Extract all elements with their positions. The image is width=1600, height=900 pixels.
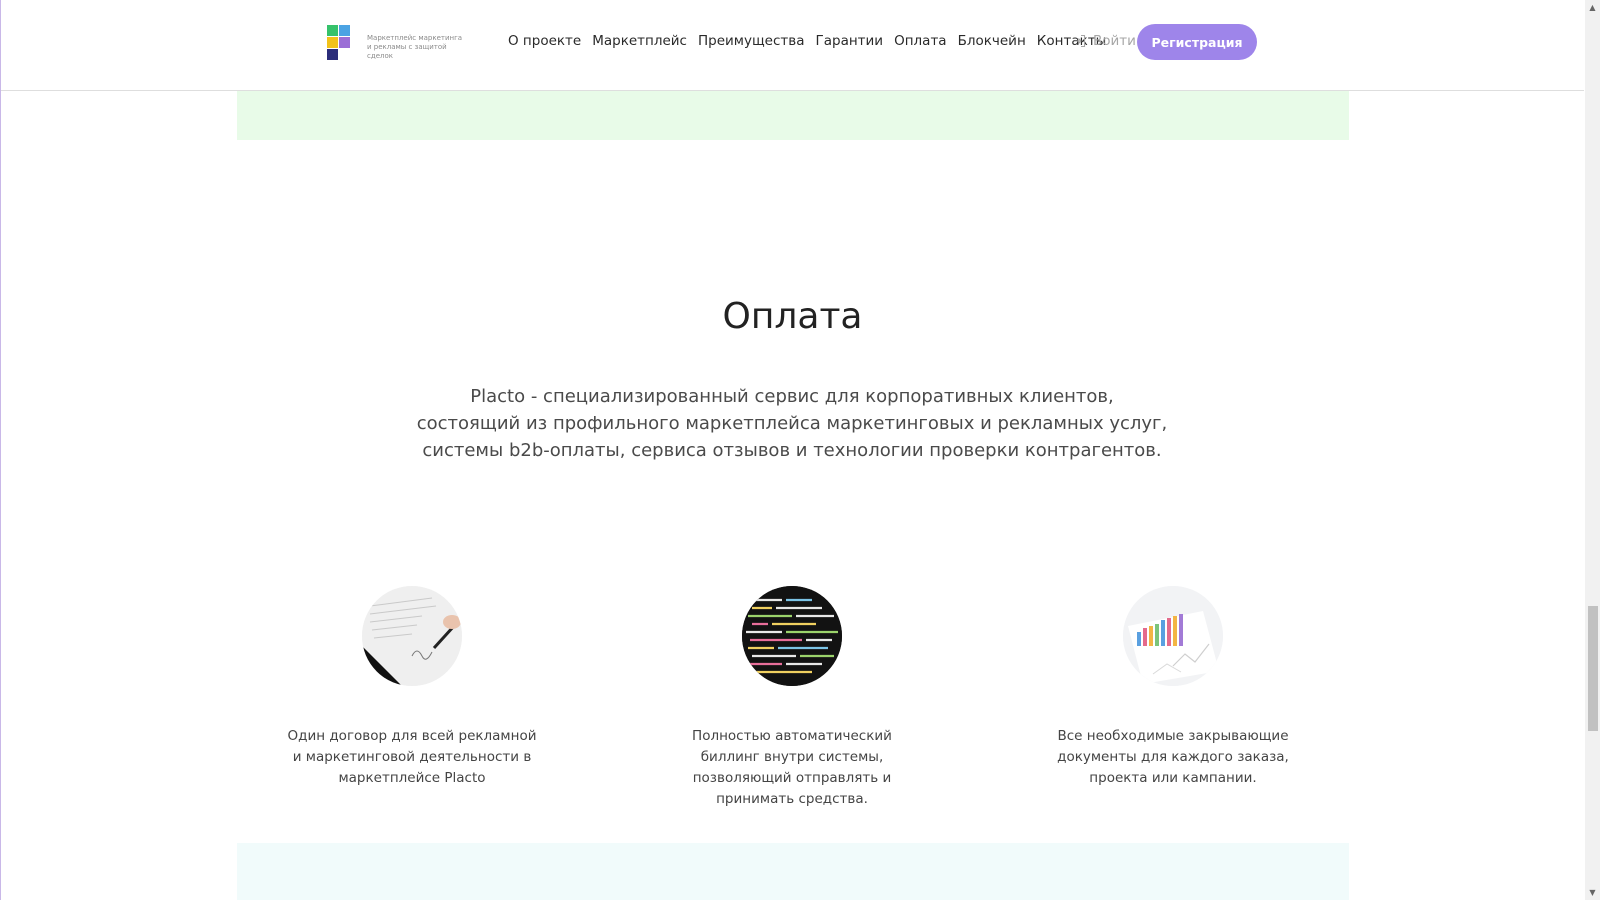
description-line: Placto - специализированный сервис для к…: [470, 386, 1114, 407]
nav-item-marketplace[interactable]: Маркетплейс: [592, 33, 687, 49]
scrollbar-thumb[interactable]: [1588, 606, 1598, 731]
logo[interactable]: Маркетплейс маркетинга и рекламы с защит…: [327, 25, 467, 61]
green-banner-bottom: [237, 91, 1349, 140]
next-section-band: [237, 843, 1349, 900]
code-screen-photo: [742, 586, 842, 686]
feature-text: Все необходимые закрывающие документы дл…: [1057, 728, 1289, 786]
vertical-scrollbar[interactable]: ▲ ▼: [1585, 0, 1600, 900]
nav-item-advantages[interactable]: Преимущества: [698, 33, 805, 49]
feature-card-contract: Один договор для всей рекламной и маркет…: [282, 586, 542, 789]
nav-item-payment[interactable]: Оплата: [894, 33, 947, 49]
logo-tagline: Маркетплейс маркетинга и рекламы с защит…: [367, 34, 463, 60]
main-nav: О проекте Маркетплейс Преимущества Гаран…: [508, 33, 1117, 49]
nav-item-blockchain[interactable]: Блокчейн: [958, 33, 1026, 49]
register-button[interactable]: Регистрация: [1137, 24, 1257, 60]
scroll-down-arrow-icon[interactable]: ▼: [1585, 885, 1600, 900]
feature-card-billing: Полностью автоматический биллинг внутри …: [662, 586, 922, 810]
feature-text: Один договор для всей рекламной и маркет…: [287, 728, 537, 786]
nav-item-about[interactable]: О проекте: [508, 33, 581, 49]
section-title: Оплата: [722, 295, 863, 337]
contract-signing-photo: [362, 586, 462, 686]
login-icon: [1074, 34, 1086, 48]
section-description: Placto - специализированный сервис для к…: [392, 383, 1192, 464]
login-link[interactable]: Войти: [1073, 33, 1136, 49]
login-label: Войти: [1093, 33, 1136, 49]
site-header: Маркетплейс маркетинга и рекламы с защит…: [1, 0, 1584, 91]
scroll-up-arrow-icon[interactable]: ▲: [1585, 0, 1600, 15]
charts-documents-photo: [1123, 586, 1223, 686]
description-line: состоящий из профильного маркетплейса ма…: [416, 413, 1168, 434]
logo-mark-icon: [327, 25, 351, 61]
nav-item-guarantees[interactable]: Гарантии: [816, 33, 884, 49]
window-edge: [0, 0, 1, 900]
feature-text: Полностью автоматический биллинг внутри …: [692, 728, 892, 807]
feature-card-documents: Все необходимые закрывающие документы дл…: [1043, 586, 1303, 789]
description-line: системы b2b-оплаты, сервиса отзывов и те…: [422, 440, 1162, 461]
